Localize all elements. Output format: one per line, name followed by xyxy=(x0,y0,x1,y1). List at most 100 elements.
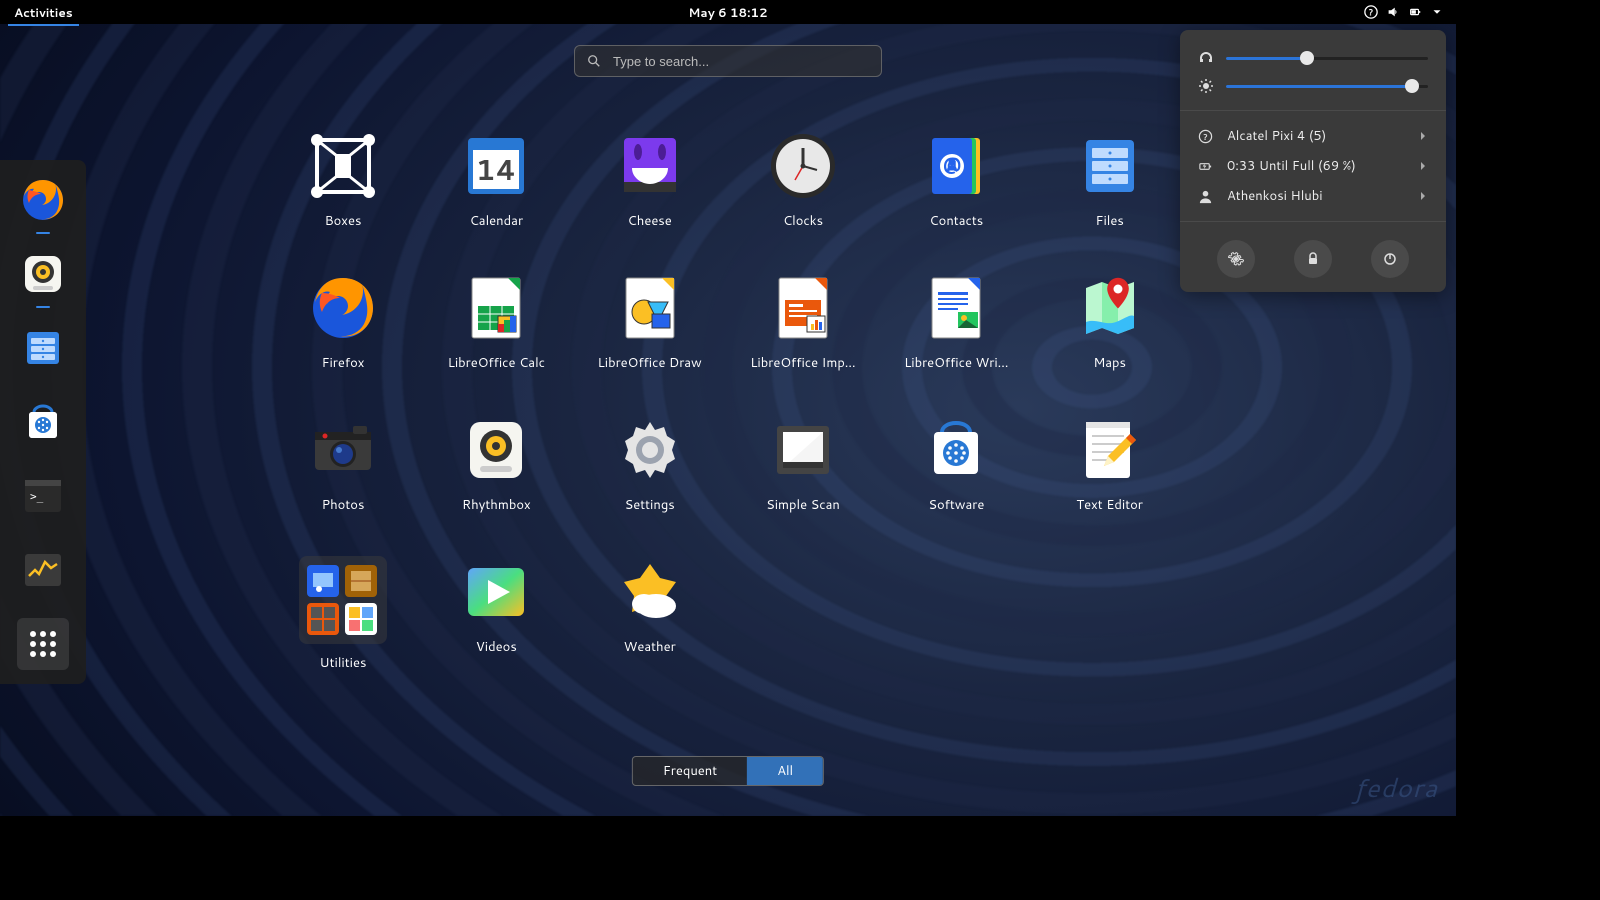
app-label: Cheese xyxy=(628,212,672,230)
dash-system-monitor[interactable] xyxy=(17,544,69,596)
app-label: LibreOffice Imp… xyxy=(750,354,855,372)
dash-firefox[interactable] xyxy=(17,174,69,226)
app-libreoffice-impress[interactable]: LibreOffice Imp… xyxy=(728,272,878,372)
app-label: Calendar xyxy=(470,212,523,230)
folder-mini-icon xyxy=(345,565,377,597)
search-input[interactable] xyxy=(611,53,869,70)
gear-icon xyxy=(1228,251,1244,267)
app-label: Firefox xyxy=(322,354,365,372)
app-label: Files xyxy=(1096,212,1124,230)
user-icon xyxy=(1198,189,1213,204)
app-label: Simple Scan xyxy=(766,496,840,514)
search-icon xyxy=(587,54,601,68)
app-libreoffice-writer[interactable]: LibreOffice Wri… xyxy=(881,272,1031,372)
app-label: Maps xyxy=(1093,354,1126,372)
app-label: LibreOffice Draw xyxy=(598,354,702,372)
app-clocks[interactable]: Clocks xyxy=(728,130,878,230)
menu-separator xyxy=(1180,110,1446,111)
app-settings[interactable]: Settings xyxy=(575,414,725,514)
toggle-frequent[interactable]: Frequent xyxy=(633,757,747,785)
system-tray[interactable]: ? xyxy=(1356,5,1452,19)
menu-label: 0:33 Until Full (69 %) xyxy=(1227,157,1404,175)
dash: >_ xyxy=(0,160,86,684)
search-bar[interactable] xyxy=(574,45,882,77)
app-simple-scan[interactable]: Simple Scan xyxy=(728,414,878,514)
app-label: Weather xyxy=(624,638,676,656)
svg-text:14: 14 xyxy=(476,150,517,190)
app-libreoffice-calc[interactable]: LibreOffice Calc xyxy=(421,272,571,372)
app-grid: Boxes 14 Calendar Cheese Clocks @Contacts… xyxy=(268,130,1188,672)
app-libreoffice-draw[interactable]: LibreOffice Draw xyxy=(575,272,725,372)
menu-network[interactable]: ? Alcatel Pixi 4 (5) xyxy=(1180,121,1446,151)
power-button[interactable] xyxy=(1371,240,1409,278)
top-bar: Activities May 6 18:12 ? xyxy=(0,0,1456,24)
volume-icon xyxy=(1386,5,1400,19)
app-label: Videos xyxy=(476,638,517,656)
app-label: Settings xyxy=(625,496,675,514)
app-photos[interactable]: Photos xyxy=(268,414,418,514)
dash-show-apps[interactable] xyxy=(17,618,69,670)
svg-text:>_: >_ xyxy=(30,490,44,503)
settings-button[interactable] xyxy=(1217,240,1255,278)
app-label: LibreOffice Calc xyxy=(448,354,545,372)
folder-mini-icon xyxy=(307,565,339,597)
clock[interactable]: May 6 18:12 xyxy=(688,4,767,21)
app-rhythmbox[interactable]: Rhythmbox xyxy=(421,414,571,514)
chevron-right-icon xyxy=(1418,161,1428,171)
wifi-icon: ? xyxy=(1198,129,1213,144)
folder-mini-icon xyxy=(345,603,377,635)
activities-button[interactable]: Activities xyxy=(0,0,87,24)
volume-slider-row xyxy=(1180,44,1446,72)
app-label: LibreOffice Wri… xyxy=(904,354,1009,372)
dash-terminal[interactable]: >_ xyxy=(17,470,69,522)
menu-label: Alcatel Pixi 4 (5) xyxy=(1227,127,1404,145)
headphones-icon xyxy=(1198,50,1214,66)
menu-battery[interactable]: 0:33 Until Full (69 %) xyxy=(1180,151,1446,181)
app-contacts[interactable]: @Contacts xyxy=(881,130,1031,230)
app-folder-utilities[interactable]: Utilities xyxy=(268,556,418,672)
battery-icon xyxy=(1408,5,1422,19)
app-label: Utilities xyxy=(320,654,367,672)
app-label: Photos xyxy=(322,496,365,514)
dash-files[interactable] xyxy=(17,322,69,374)
action-buttons xyxy=(1180,232,1446,282)
folder-mini-icon xyxy=(307,603,339,635)
fedora-watermark: fedora xyxy=(1355,770,1438,806)
app-cheese[interactable]: Cheese xyxy=(575,130,725,230)
menu-label: Athenkosi Hlubi xyxy=(1227,187,1404,205)
app-maps[interactable]: Maps xyxy=(1035,272,1185,372)
app-files[interactable]: Files xyxy=(1035,130,1185,230)
brightness-icon xyxy=(1198,78,1214,94)
svg-text:@: @ xyxy=(943,150,961,176)
lock-icon xyxy=(1305,251,1321,267)
menu-separator xyxy=(1180,221,1446,222)
chevron-right-icon xyxy=(1418,191,1428,201)
app-label: Boxes xyxy=(325,212,362,230)
app-firefox[interactable]: Firefox xyxy=(268,272,418,372)
app-label: Text Editor xyxy=(1076,496,1143,514)
system-menu: ? Alcatel Pixi 4 (5) 0:33 Until Full (69… xyxy=(1180,30,1446,292)
chevron-right-icon xyxy=(1418,131,1428,141)
dash-software[interactable] xyxy=(17,396,69,448)
svg-text:?: ? xyxy=(1203,130,1207,142)
svg-text:?: ? xyxy=(1369,6,1373,19)
volume-slider[interactable] xyxy=(1226,48,1428,68)
brightness-slider-row xyxy=(1180,72,1446,100)
app-software[interactable]: Software xyxy=(881,414,1031,514)
app-label: Rhythmbox xyxy=(462,496,531,514)
lock-button[interactable] xyxy=(1294,240,1332,278)
app-weather[interactable]: Weather xyxy=(575,556,725,672)
brightness-slider[interactable] xyxy=(1226,76,1428,96)
chevron-down-icon xyxy=(1430,5,1444,19)
dash-rhythmbox[interactable] xyxy=(17,248,69,300)
app-boxes[interactable]: Boxes xyxy=(268,130,418,230)
power-icon xyxy=(1382,251,1398,267)
app-text-editor[interactable]: Text Editor xyxy=(1035,414,1185,514)
app-calendar[interactable]: 14 Calendar xyxy=(421,130,571,230)
app-label: Clocks xyxy=(783,212,823,230)
app-videos[interactable]: Videos xyxy=(421,556,571,672)
toggle-all[interactable]: All xyxy=(747,757,823,785)
accessibility-icon: ? xyxy=(1364,5,1378,19)
menu-user[interactable]: Athenkosi Hlubi xyxy=(1180,181,1446,211)
app-label: Software xyxy=(928,496,984,514)
